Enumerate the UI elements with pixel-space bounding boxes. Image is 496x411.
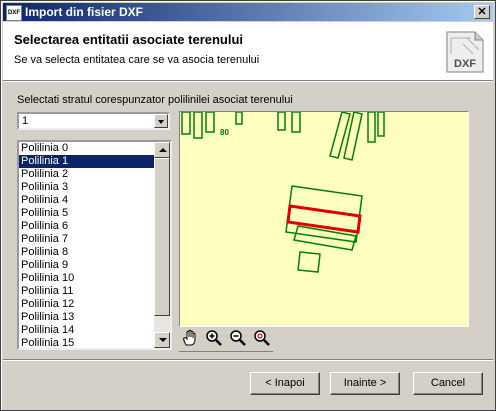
title-bar: DXF Import din fisier DXF ✕ bbox=[3, 3, 493, 21]
list-item[interactable]: Polilinia 10 bbox=[19, 272, 156, 285]
list-item[interactable]: Polilinia 0 bbox=[19, 142, 156, 155]
list-item[interactable]: Polilinia 3 bbox=[19, 181, 156, 194]
dxf-drawing: 80 bbox=[181, 112, 385, 273]
list-item[interactable]: Polilinia 2 bbox=[19, 168, 156, 181]
dxf-file-icon: DXF bbox=[446, 31, 484, 73]
polyline-list: Polilinia 0 Polilinia 1 Polilinia 2 Polilin… bbox=[19, 142, 156, 348]
header-divider bbox=[3, 81, 493, 82]
green-entities bbox=[181, 112, 385, 273]
list-item[interactable]: Polilinia 11 bbox=[19, 285, 156, 298]
page-title: Selectarea entitatii asociate terenului bbox=[14, 32, 244, 47]
list-item[interactable]: Polilinia 12 bbox=[19, 298, 156, 311]
polyline-listbox[interactable]: Polilinia 0 Polilinia 1 Polilinia 2 Polilin… bbox=[17, 140, 172, 350]
list-item[interactable]: Polilinia 8 bbox=[19, 246, 156, 259]
list-item[interactable]: Polilinia 4 bbox=[19, 194, 156, 207]
list-item[interactable]: Polilinia 14 bbox=[19, 324, 156, 337]
zoom-extents-button[interactable] bbox=[251, 327, 273, 349]
close-button[interactable]: ✕ bbox=[474, 5, 490, 19]
back-button[interactable]: < Inapoi bbox=[250, 372, 320, 395]
dxf-icon-label: DXF bbox=[454, 58, 476, 70]
pan-tool-button[interactable] bbox=[179, 327, 201, 349]
zoom-out-icon bbox=[230, 330, 246, 346]
dxf-preview-canvas[interactable]: 80 bbox=[179, 111, 469, 327]
dxf-app-icon: DXF bbox=[6, 5, 22, 21]
layer-dropdown-button[interactable] bbox=[154, 114, 168, 128]
list-item[interactable]: Polilinia 6 bbox=[19, 220, 156, 233]
list-item[interactable]: Polilinia 1 bbox=[19, 155, 156, 168]
zoom-in-button[interactable] bbox=[203, 327, 225, 349]
list-scrollbar[interactable] bbox=[154, 142, 170, 348]
list-item[interactable]: Polilinia 9 bbox=[19, 259, 156, 272]
scroll-up-button[interactable] bbox=[154, 142, 170, 158]
list-item[interactable]: Polilinia 13 bbox=[19, 311, 156, 324]
zoom-in-icon bbox=[206, 330, 222, 346]
chevron-down-icon bbox=[158, 120, 164, 124]
import-dxf-dialog: DXF Import din fisier DXF ✕ Selectarea e… bbox=[0, 0, 496, 411]
list-item[interactable]: Polilinia 15 bbox=[19, 337, 156, 348]
next-button[interactable]: Inainte > bbox=[330, 372, 400, 395]
preview-toolbar bbox=[179, 327, 273, 352]
drawing-label: 80 bbox=[220, 128, 229, 137]
window-title: Import din fisier DXF bbox=[25, 5, 144, 19]
page-subtitle: Se va selecta entitatea care se va asoci… bbox=[14, 54, 260, 66]
layer-select-value: 1 bbox=[22, 115, 29, 127]
scroll-down-button[interactable] bbox=[154, 332, 170, 348]
layer-select[interactable]: 1 bbox=[17, 112, 170, 130]
cancel-button[interactable]: Cancel bbox=[413, 372, 483, 395]
selected-polyline-highlight bbox=[286, 204, 362, 234]
list-item[interactable]: Polilinia 5 bbox=[19, 207, 156, 220]
list-item[interactable]: Polilinia 7 bbox=[19, 233, 156, 246]
wizard-header: Selectarea entitatii asociate terenului … bbox=[3, 22, 493, 81]
arrow-up-icon bbox=[159, 148, 167, 152]
zoom-extents-icon bbox=[254, 330, 270, 346]
scroll-thumb[interactable] bbox=[154, 158, 170, 316]
footer-divider bbox=[3, 359, 493, 361]
zoom-out-button[interactable] bbox=[227, 327, 249, 349]
arrow-down-icon bbox=[159, 338, 167, 342]
layer-label: Selectati stratul corespunzator polilini… bbox=[17, 94, 293, 106]
pan-icon bbox=[183, 329, 196, 346]
